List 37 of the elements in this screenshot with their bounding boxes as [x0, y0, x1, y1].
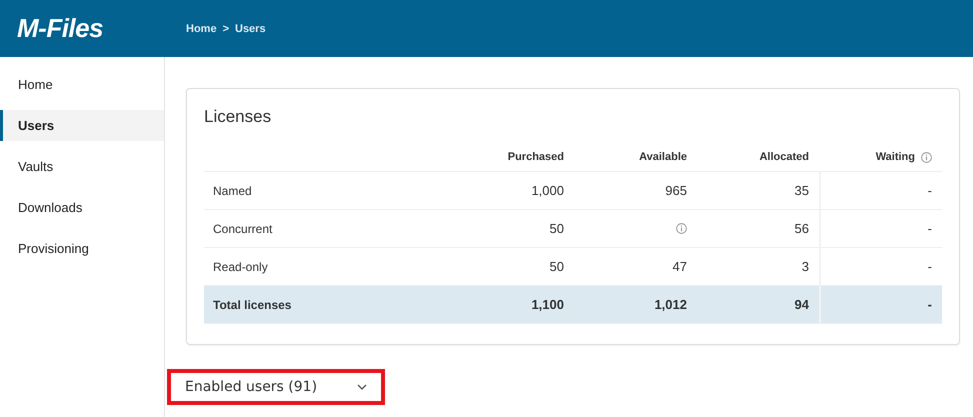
sidebar-item[interactable]: Vaults — [0, 151, 164, 182]
breadcrumb-link[interactable]: Home — [186, 22, 217, 34]
table-cell: 50 — [550, 221, 564, 236]
sidebar-item[interactable]: Home — [0, 69, 164, 100]
breadcrumb-separator: > — [222, 22, 229, 34]
table-cell: 3 — [802, 259, 809, 274]
card-title: Licenses — [204, 107, 272, 127]
users-dropdown[interactable]: Enabled users (91) — [171, 373, 381, 401]
logo[interactable]: M-Files — [17, 13, 186, 44]
table-cell: - — [928, 221, 932, 236]
row-label: Read-only — [213, 260, 268, 274]
sidebar-item[interactable]: Users — [0, 110, 164, 141]
table-cell: 56 — [794, 221, 809, 236]
info-icon — [921, 152, 932, 162]
table-cell: 1,100 — [531, 297, 564, 312]
table-cell: - — [928, 259, 932, 274]
column-header: Purchased — [508, 151, 564, 163]
sidebar-item[interactable]: Provisioning — [0, 233, 164, 264]
table-cell: 1,000 — [531, 183, 564, 198]
table-cell: - — [928, 297, 932, 312]
table-cell: 965 — [665, 183, 687, 198]
info-icon — [676, 223, 687, 234]
row-label: Total licenses — [213, 298, 292, 312]
table-cell: 1,012 — [654, 297, 687, 312]
row-label: Named — [213, 184, 252, 198]
chevron-icon — [357, 384, 367, 390]
table-cell: 94 — [794, 297, 809, 312]
column-header: Available — [639, 151, 687, 163]
column-header: Waiting — [876, 151, 915, 163]
column-header: Allocated — [759, 151, 809, 163]
sidebar-item[interactable]: Downloads — [0, 192, 164, 223]
table-cell: - — [928, 183, 932, 198]
table-cell: 50 — [550, 259, 564, 274]
table-cell: 47 — [672, 259, 687, 274]
table-cell: 35 — [794, 183, 809, 198]
row-label: Concurrent — [213, 222, 272, 236]
breadcrumb-link[interactable]: Users — [235, 22, 266, 34]
